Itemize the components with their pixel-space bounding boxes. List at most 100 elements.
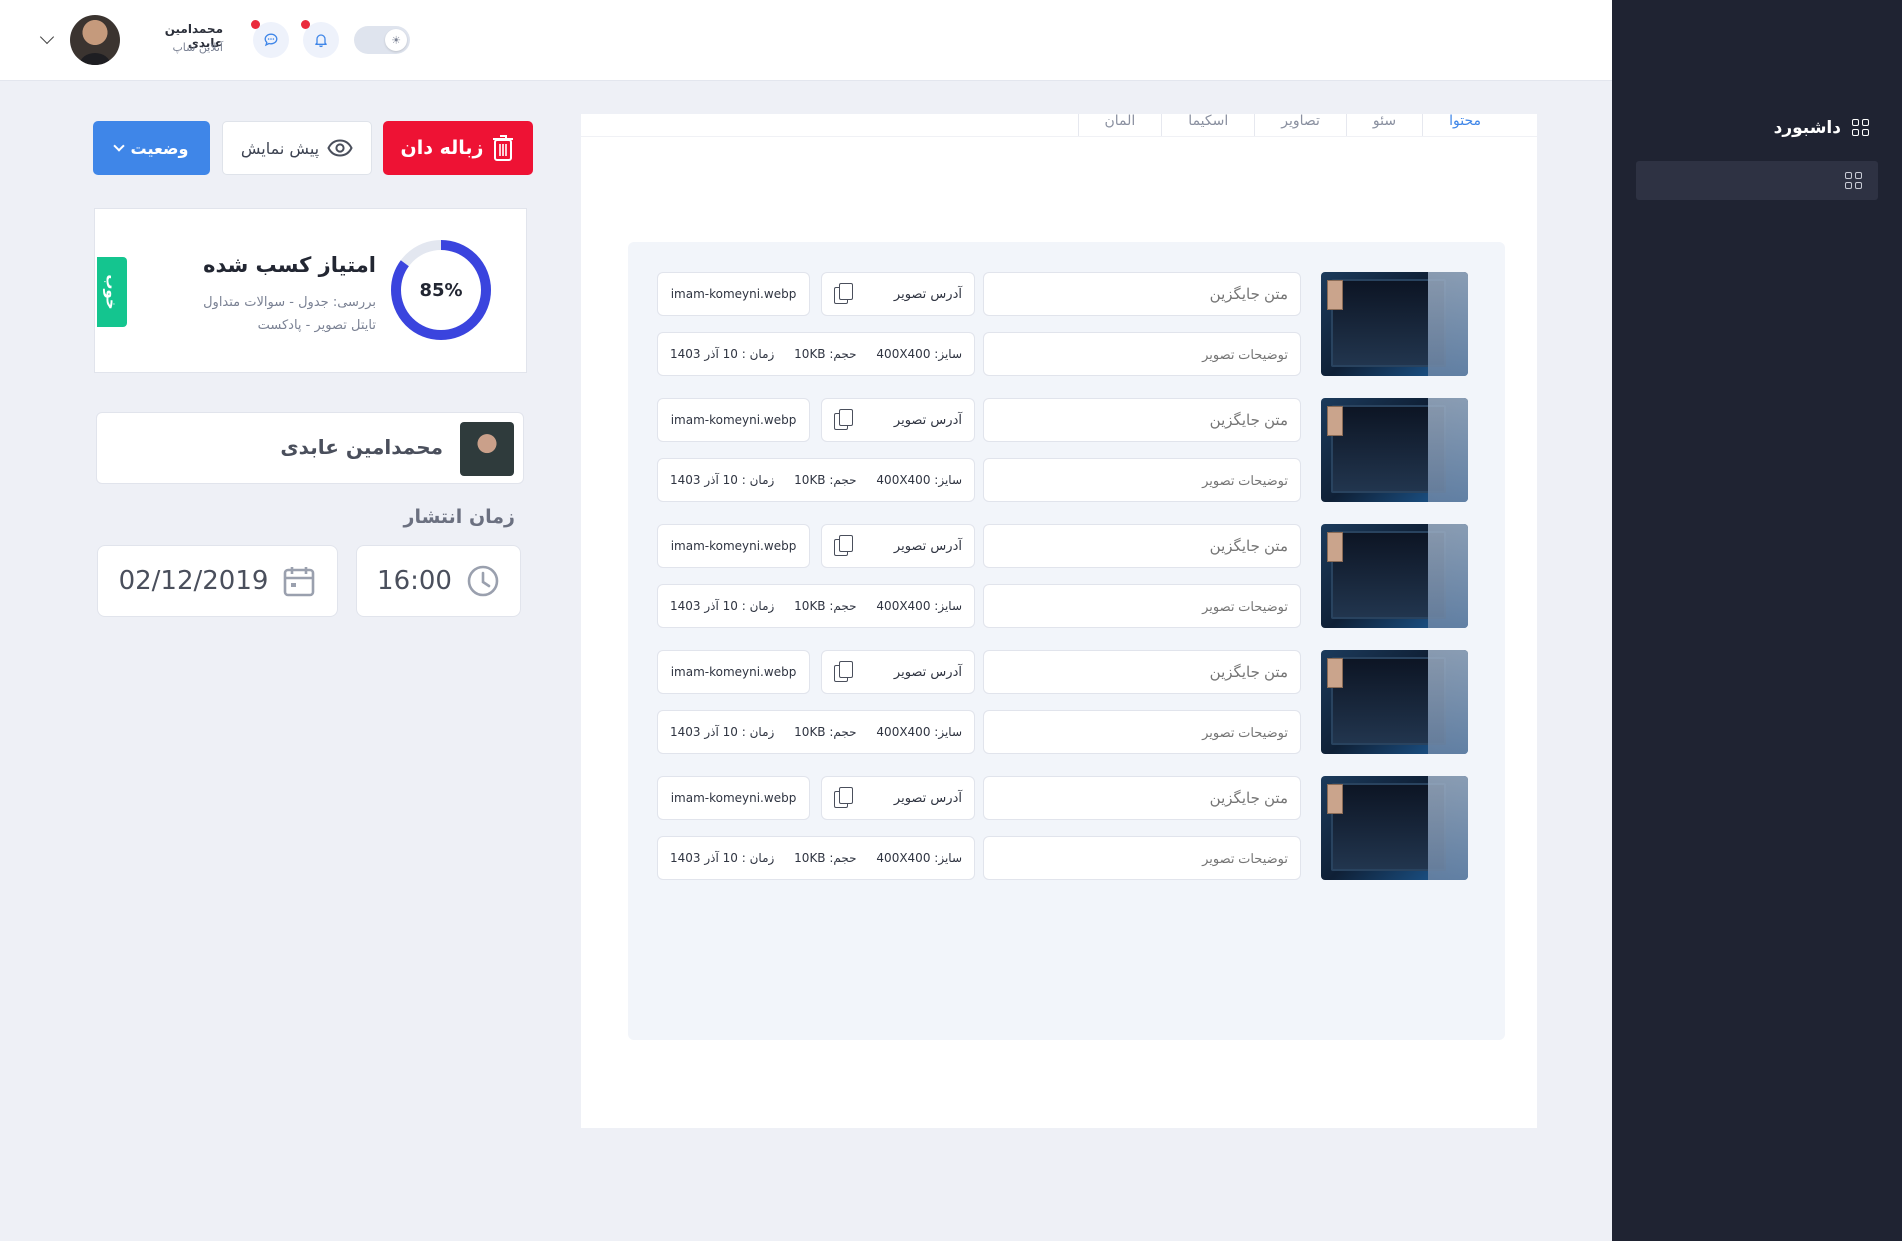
meta-size: سایز: 400X400 xyxy=(876,725,962,739)
meta-time: زمان : 10 آذر 1403 xyxy=(670,347,775,361)
publish-time-field[interactable]: 16:00 xyxy=(356,545,521,617)
theme-toggle[interactable]: ☀ xyxy=(354,26,410,54)
image-meta: سایز: 400X400 حجم: 10KB زمان : 10 آذر 14… xyxy=(657,458,975,502)
author-card: محمدامین عابدی xyxy=(96,412,524,484)
copy-icon xyxy=(834,787,854,809)
image-meta: سایز: 400X400 حجم: 10KB زمان : 10 آذر 14… xyxy=(657,710,975,754)
eye-icon xyxy=(327,139,353,157)
alt-text-input[interactable] xyxy=(983,650,1301,694)
address-label: آدرس تصویر xyxy=(893,790,962,806)
chat-icon xyxy=(264,33,278,47)
meta-volume: حجم: 10KB xyxy=(794,851,857,865)
bell-icon xyxy=(315,34,327,48)
image-thumbnail[interactable] xyxy=(1321,776,1468,880)
image-description-input[interactable] xyxy=(983,584,1301,628)
notification-dot xyxy=(301,20,310,29)
preview-button[interactable]: پیش نمایش xyxy=(222,121,372,175)
address-label: آدرس تصویر xyxy=(893,286,962,302)
meta-time: زمان : 10 آذر 1403 xyxy=(670,851,775,865)
filename-field: imam-komeyni.webp xyxy=(657,398,810,442)
author-avatar xyxy=(460,422,514,476)
image-thumbnail[interactable] xyxy=(1321,524,1468,628)
notifications-button[interactable] xyxy=(301,20,339,58)
image-row: آدرس تصویر imam-komeyni.webp سایز: 400X4… xyxy=(628,650,1505,754)
address-label: آدرس تصویر xyxy=(893,412,962,428)
filename: imam-komeyni.webp xyxy=(670,665,797,679)
image-description-input[interactable] xyxy=(983,836,1301,880)
mini-portrait xyxy=(1327,406,1343,436)
alt-text-input[interactable] xyxy=(983,776,1301,820)
image-thumbnail[interactable] xyxy=(1321,272,1468,376)
publish-time: 16:00 xyxy=(377,566,452,596)
score-line: بررسی: جدول - سوالات متداول xyxy=(203,295,376,310)
publish-date: 02/12/2019 xyxy=(118,566,269,596)
copy-address-button[interactable]: آدرس تصویر xyxy=(821,650,975,694)
copy-address-button[interactable]: آدرس تصویر xyxy=(821,398,975,442)
filename-field: imam-komeyni.webp xyxy=(657,650,810,694)
notification-dot xyxy=(251,20,260,29)
status-dropdown[interactable]: وضعیت xyxy=(93,121,210,175)
copy-address-button[interactable]: آدرس تصویر xyxy=(821,524,975,568)
tab-seo[interactable]: سئو xyxy=(1345,114,1422,136)
image-row: آدرس تصویر imam-komeyni.webp سایز: 400X4… xyxy=(628,398,1505,502)
topbar: محمدامین عابدی آنلاین شاپ ☀ xyxy=(0,0,1612,81)
meta-size: سایز: 400X400 xyxy=(876,473,962,487)
copy-address-button[interactable]: آدرس تصویر xyxy=(821,776,975,820)
tab-element[interactable]: المان xyxy=(1077,114,1162,136)
filename: imam-komeyni.webp xyxy=(670,287,797,301)
sidebar-item-dashboard[interactable]: داشبورد xyxy=(1774,118,1869,138)
publish-time-label: زمان انتشار xyxy=(403,506,515,528)
preview-label: پیش نمایش xyxy=(240,138,320,158)
image-meta: سایز: 400X400 حجم: 10KB زمان : 10 آذر 14… xyxy=(657,836,975,880)
avatar[interactable] xyxy=(70,15,120,65)
alt-text-input[interactable] xyxy=(983,398,1301,442)
meta-time: زمان : 10 آذر 1403 xyxy=(670,473,775,487)
alt-text-input[interactable] xyxy=(983,272,1301,316)
image-meta: سایز: 400X400 حجم: 10KB زمان : 10 آذر 14… xyxy=(657,584,975,628)
score-line: تایتل تصویر - پادکست xyxy=(257,318,376,333)
image-row: آدرس تصویر imam-komeyni.webp سایز: 400X4… xyxy=(628,524,1505,628)
filename: imam-komeyni.webp xyxy=(670,791,797,805)
mini-portrait xyxy=(1327,280,1343,310)
sidebar: داشبورد xyxy=(1612,0,1902,1241)
trash-icon xyxy=(493,135,514,161)
messages-button[interactable] xyxy=(251,20,289,58)
copy-icon xyxy=(834,283,854,305)
meta-time: زمان : 10 آذر 1403 xyxy=(670,599,775,613)
alt-text-input[interactable] xyxy=(983,524,1301,568)
clock-icon xyxy=(467,565,499,597)
address-label: آدرس تصویر xyxy=(893,538,962,554)
grid-icon xyxy=(1851,119,1869,137)
content-panel: محتوا سئو تصاویر اسکیما المان آدرس تصویر… xyxy=(581,114,1537,1128)
sidebar-item-active[interactable] xyxy=(1636,161,1878,200)
meta-size: سایز: 400X400 xyxy=(876,347,962,361)
copy-icon xyxy=(834,661,854,683)
tab-divider xyxy=(581,136,1537,137)
copy-icon xyxy=(834,535,854,557)
calendar-icon xyxy=(284,567,315,597)
tab-images[interactable]: تصاویر xyxy=(1254,114,1346,136)
tab-content[interactable]: محتوا xyxy=(1422,114,1507,136)
image-description-input[interactable] xyxy=(983,458,1301,502)
copy-address-button[interactable]: آدرس تصویر xyxy=(821,272,975,316)
image-thumbnail[interactable] xyxy=(1321,398,1468,502)
image-row: آدرس تصویر imam-komeyni.webp سایز: 400X4… xyxy=(628,272,1505,376)
meta-volume: حجم: 10KB xyxy=(794,347,857,361)
image-description-input[interactable] xyxy=(983,710,1301,754)
badge-label: خوب xyxy=(103,274,122,310)
status-badge: خوب xyxy=(97,257,127,327)
score-card: خوب امتیاز کسب شده بررسی: جدول - سوالات … xyxy=(94,208,527,373)
sun-icon: ☀ xyxy=(385,29,407,51)
address-label: آدرس تصویر xyxy=(893,664,962,680)
user-role: آنلاین شاپ xyxy=(172,41,223,54)
score-title: امتیاز کسب شده xyxy=(203,253,376,277)
filename-field: imam-komeyni.webp xyxy=(657,776,810,820)
tab-schema[interactable]: اسکیما xyxy=(1161,114,1254,136)
publish-date-field[interactable]: 02/12/2019 xyxy=(97,545,338,617)
image-description-input[interactable] xyxy=(983,332,1301,376)
trash-button[interactable]: زباله دان xyxy=(383,121,533,175)
image-thumbnail[interactable] xyxy=(1321,650,1468,754)
copy-icon xyxy=(834,409,854,431)
score-details: بررسی: جدول - سوالات متداول تایتل تصویر … xyxy=(203,291,376,337)
chevron-down-icon[interactable] xyxy=(39,29,55,45)
